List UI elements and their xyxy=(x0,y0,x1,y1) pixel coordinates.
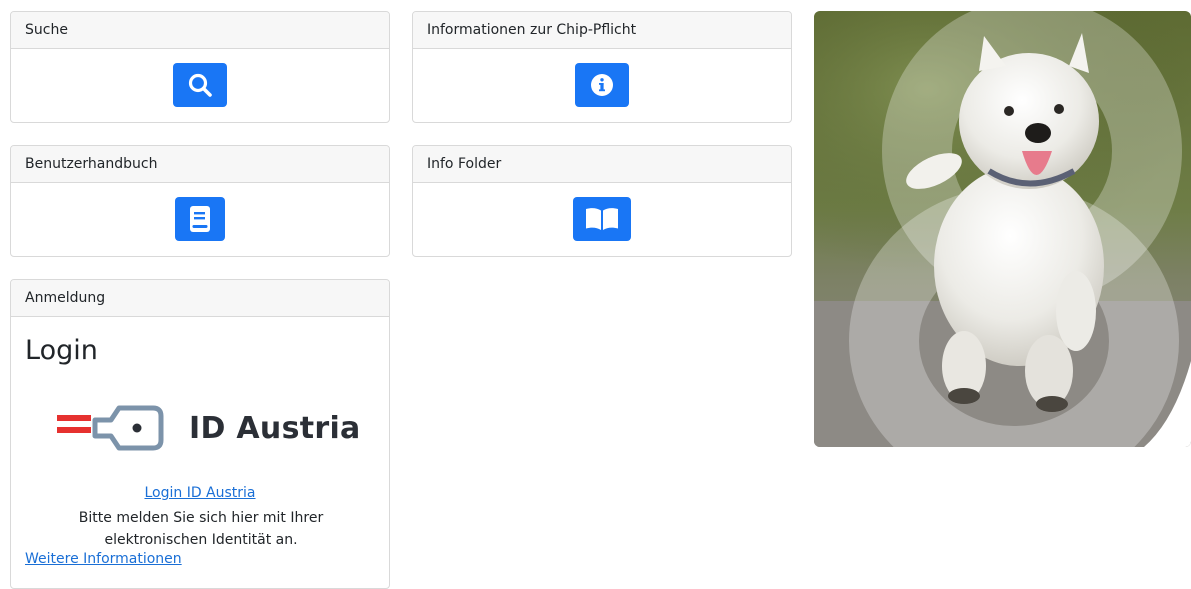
info-folder-card-body xyxy=(413,183,791,255)
info-folder-card: Info Folder xyxy=(412,145,792,257)
search-card-header: Suche xyxy=(11,12,389,49)
dog-photo-illustration xyxy=(814,11,1191,447)
info-folder-button[interactable] xyxy=(573,197,631,241)
manual-card-header: Benutzerhandbuch xyxy=(11,146,389,183)
login-card-header: Anmeldung xyxy=(11,280,389,317)
search-card: Suche xyxy=(10,11,390,123)
manual-card: Benutzerhandbuch xyxy=(10,145,390,257)
manual-button[interactable] xyxy=(175,197,225,241)
more-info-link[interactable]: Weitere Informationen xyxy=(25,551,182,567)
id-austria-logo-text: ID Austria xyxy=(189,410,361,446)
chip-info-button[interactable] xyxy=(575,63,629,107)
chip-info-card-body xyxy=(413,49,791,121)
chip-info-card: Informationen zur Chip-Pflicht xyxy=(412,11,792,123)
dog-photo xyxy=(814,11,1191,447)
id-austria-key-icon xyxy=(57,405,164,451)
search-button[interactable] xyxy=(173,63,227,107)
chip-info-card-header: Informationen zur Chip-Pflicht xyxy=(413,12,791,49)
search-icon xyxy=(188,73,212,97)
info-folder-card-header: Info Folder xyxy=(413,146,791,183)
id-austria-logo[interactable]: ID Austria xyxy=(57,402,361,454)
manual-card-body xyxy=(11,183,389,255)
book-icon xyxy=(190,206,210,232)
open-book-icon xyxy=(586,208,618,230)
search-card-body xyxy=(11,49,389,121)
login-id-austria-link[interactable]: Login ID Austria xyxy=(11,485,389,501)
login-title: Login xyxy=(25,335,98,366)
login-description: Bitte melden Sie sich hier mit Ihrer ele… xyxy=(78,510,324,548)
login-card: Anmeldung Login ID Austria Login ID Aust… xyxy=(10,279,390,589)
info-icon xyxy=(591,74,613,96)
